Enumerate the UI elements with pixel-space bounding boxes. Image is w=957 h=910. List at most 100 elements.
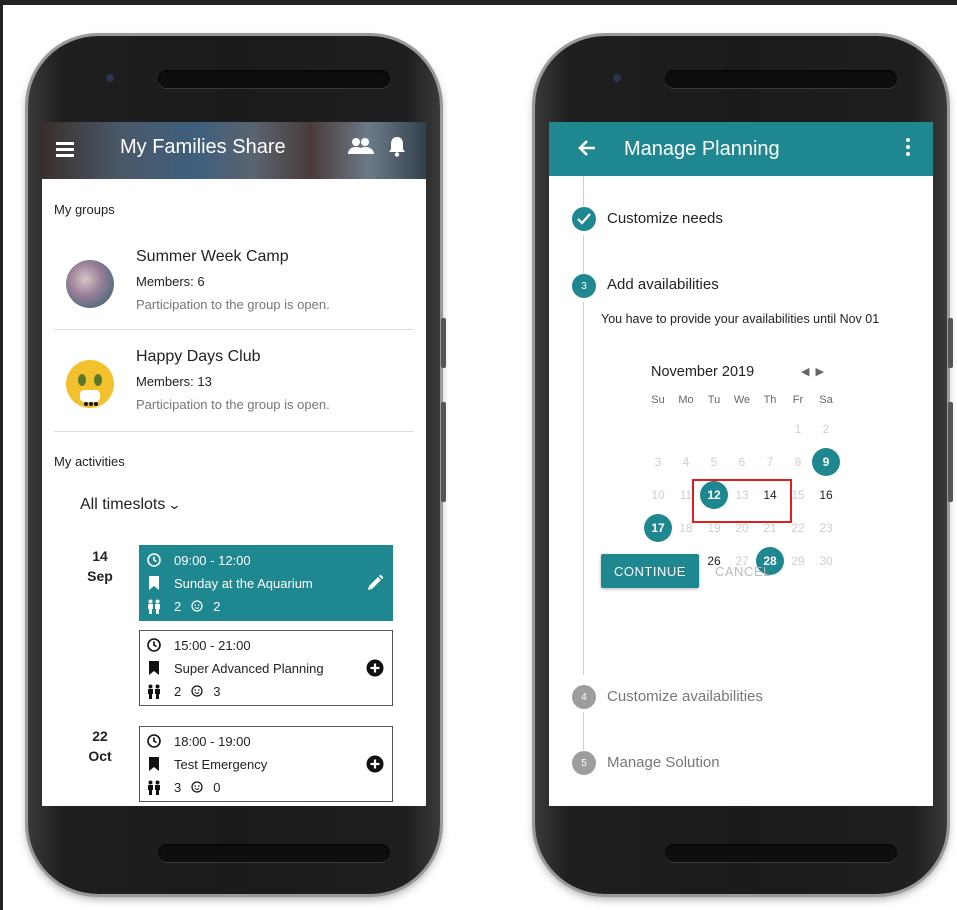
calendar-day[interactable]: 5 xyxy=(700,445,728,478)
child-face-icon xyxy=(191,600,203,612)
bookmark-icon xyxy=(146,756,162,772)
left-phone: My Families Share My groups Summer Week … xyxy=(28,36,446,894)
cancel-button[interactable]: CANCEL xyxy=(715,554,771,588)
app-header: My Families Share xyxy=(42,122,426,179)
parents-icon xyxy=(146,598,162,614)
calendar-day-number: 9 xyxy=(812,447,840,476)
calendar-day[interactable]: 4 xyxy=(672,445,700,478)
front-camera xyxy=(106,74,114,82)
groups-icon[interactable] xyxy=(348,137,374,155)
step-number-badge: 3 xyxy=(572,274,596,298)
back-arrow-icon[interactable] xyxy=(577,136,597,160)
plus-circle-icon[interactable] xyxy=(366,755,384,773)
pencil-icon[interactable] xyxy=(366,574,384,592)
calendar-weekday-header: Su Mo Tu We Th Fr Sa xyxy=(644,394,840,412)
calendar-empty-cell xyxy=(728,412,756,445)
child-face-icon xyxy=(191,781,203,793)
group-item-summer-week-camp[interactable]: Summer Week Camp Members: 6 Participatio… xyxy=(54,230,414,326)
activity-time-row: 18:00 - 19:00 xyxy=(146,732,251,750)
hamburger-menu-icon[interactable] xyxy=(56,142,74,158)
clock-icon xyxy=(146,733,162,749)
parents-icon xyxy=(146,779,162,795)
activity-counts-row: 2 3 xyxy=(146,682,220,700)
group-name: Happy Days Club xyxy=(136,348,261,365)
step-customize-availabilities[interactable]: Customize availabilities xyxy=(607,688,763,705)
date-month: Sep xyxy=(87,568,113,584)
calendar-day-selected[interactable]: 9 xyxy=(812,445,840,478)
date-month: Oct xyxy=(88,748,112,764)
calendar-day[interactable]: 30 xyxy=(812,544,840,577)
calendar-day-number: 17 xyxy=(644,513,672,542)
stepper-connector xyxy=(583,712,584,750)
activity-name-row: Super Advanced Planning xyxy=(146,659,324,677)
calendar-day[interactable]: 29 xyxy=(784,544,812,577)
calendar-day[interactable]: 7 xyxy=(756,445,784,478)
weekday-label: Tu xyxy=(707,394,721,406)
timeslots-filter-label: All timeslots xyxy=(80,496,166,513)
date-label: 14 Sep xyxy=(82,546,118,586)
group-item-happy-days-club[interactable]: Happy Days Club Members: 13 Participatio… xyxy=(54,330,414,426)
parents-count: 3 xyxy=(174,779,182,795)
children-count: 2 xyxy=(213,598,221,614)
calendar-day[interactable]: 1 xyxy=(784,412,812,445)
activity-counts-row: 3 0 xyxy=(146,778,220,796)
divider xyxy=(54,431,414,432)
children-count: 0 xyxy=(213,779,221,795)
calendar-day-selected[interactable]: 17 xyxy=(644,511,672,544)
group-name: Summer Week Camp xyxy=(136,248,289,265)
calendar-empty-cell xyxy=(700,412,728,445)
prev-month-icon[interactable]: ◀ xyxy=(801,366,815,378)
activity-name: Super Advanced Planning xyxy=(174,660,324,676)
right-phone: Manage Planning Customize needs 3 Add av… xyxy=(535,36,953,894)
notifications-bell-icon[interactable] xyxy=(388,136,406,157)
next-month-icon[interactable]: ▶ xyxy=(815,366,829,378)
date-day: 22 xyxy=(92,728,108,744)
top-speaker xyxy=(665,70,897,88)
continue-button[interactable]: CONTINUE xyxy=(601,554,699,588)
calendar-day[interactable]: 2 xyxy=(812,412,840,445)
weekday-label: Mo xyxy=(678,394,694,406)
more-options-icon[interactable] xyxy=(906,138,910,159)
top-speaker xyxy=(158,70,390,88)
group-status: Participation to the group is open. xyxy=(136,397,330,412)
activity-name-row: Test Emergency xyxy=(146,755,267,773)
children-count: 3 xyxy=(213,683,221,699)
activity-time-row: 15:00 - 21:00 xyxy=(146,636,251,654)
calendar-day[interactable]: 16 xyxy=(812,478,840,511)
calendar-day[interactable]: 8 xyxy=(784,445,812,478)
check-icon xyxy=(572,207,596,231)
power-button xyxy=(948,318,953,368)
calendar-day[interactable]: 10 xyxy=(644,478,672,511)
activity-time: 09:00 - 12:00 xyxy=(174,552,251,568)
step-customize-needs[interactable]: Customize needs xyxy=(607,210,723,227)
weekday-label: We xyxy=(733,394,751,406)
step-add-availabilities[interactable]: Add availabilities xyxy=(607,276,719,293)
activity-name: Sunday at the Aquarium xyxy=(174,575,313,591)
bookmark-icon xyxy=(146,575,162,591)
parents-icon xyxy=(146,683,162,699)
left-screen: My Families Share My groups Summer Week … xyxy=(42,122,426,806)
plus-circle-icon[interactable] xyxy=(366,659,384,677)
parents-count: 2 xyxy=(174,683,182,699)
emoji-face-icon xyxy=(78,374,102,406)
group-avatar xyxy=(66,260,114,308)
bottom-speaker xyxy=(665,844,897,862)
activity-card[interactable]: 18:00 - 19:00 Test Emergency 3 0 xyxy=(139,726,393,802)
calendar-day[interactable]: 6 xyxy=(728,445,756,478)
parents-count: 2 xyxy=(174,598,182,614)
activity-card[interactable]: 15:00 - 21:00 Super Advanced Planning 2 … xyxy=(139,630,393,706)
calendar-month-label: November 2019 xyxy=(651,364,755,380)
calendar-day[interactable]: 3 xyxy=(644,445,672,478)
weekday-label: Th xyxy=(763,394,777,406)
bookmark-icon xyxy=(146,660,162,676)
calendar-day[interactable]: 23 xyxy=(812,511,840,544)
timeslots-filter-dropdown[interactable]: All timeslots ⌄ xyxy=(80,496,182,514)
activity-card[interactable]: 09:00 - 12:00 Sunday at the Aquarium 2 2 xyxy=(139,545,393,621)
child-face-icon xyxy=(191,685,203,697)
activity-time: 18:00 - 19:00 xyxy=(174,733,251,749)
bottom-speaker xyxy=(158,844,390,862)
weekday-label: Sa xyxy=(819,394,833,406)
step-manage-solution[interactable]: Manage Solution xyxy=(607,754,720,771)
activity-name: Test Emergency xyxy=(174,756,268,772)
calendar-empty-cell xyxy=(644,412,672,445)
